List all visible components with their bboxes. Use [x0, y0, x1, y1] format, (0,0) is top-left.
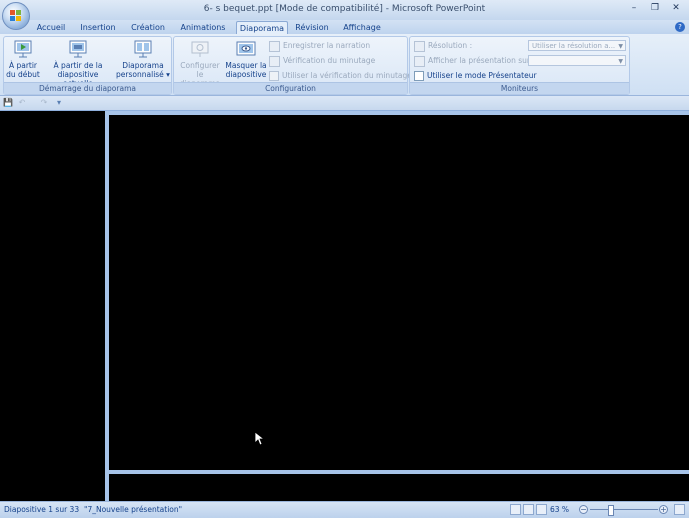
- setup-show-line1: Configurer: [180, 61, 220, 70]
- setup-slideshow-icon: [191, 41, 209, 57]
- tab-affichage[interactable]: Affichage: [338, 21, 386, 34]
- show-on-row: Afficher la présentation sur :: [414, 55, 535, 67]
- slideshow-view-button[interactable]: [536, 504, 547, 515]
- presenter-view-label: Utiliser le mode Présentateur: [427, 71, 537, 80]
- hide-slide-line1: Masquer la: [225, 61, 267, 70]
- group-label-start: Démarrage du diaporama: [4, 82, 171, 94]
- notes-pane[interactable]: [109, 474, 689, 501]
- normal-view-button[interactable]: [510, 504, 521, 515]
- use-timings-label: Utiliser la vérification du minutage: [282, 71, 412, 80]
- group-label-monitors: Moniteurs: [410, 82, 629, 94]
- group-start-slideshow: À partir du début À partir de la diaposi…: [3, 36, 172, 95]
- theme-name: "7_Nouvelle présentation": [84, 505, 183, 514]
- from-start-button[interactable]: À partir du début: [4, 39, 42, 79]
- custom-show-button[interactable]: Diaporama personnalisé ▾: [116, 39, 170, 79]
- close-button[interactable]: ✕: [669, 2, 683, 15]
- slide-editing-area[interactable]: [109, 115, 689, 470]
- tab-accueil[interactable]: Accueil: [32, 21, 70, 34]
- mouse-cursor-icon: [255, 432, 265, 446]
- tab-insertion[interactable]: Insertion: [76, 21, 120, 34]
- hide-slide-icon: [236, 41, 256, 56]
- resolution-label: Résolution :: [428, 41, 473, 50]
- office-logo-icon: [10, 10, 21, 21]
- dropdown-arrow-icon: ▼: [618, 58, 623, 65]
- record-narration-label: Enregistrer la narration: [283, 41, 371, 50]
- office-button[interactable]: [2, 2, 30, 30]
- slideshow-current-icon: [69, 40, 87, 58]
- rehearse-timings-button[interactable]: Vérification du minutage: [269, 55, 375, 67]
- custom-slideshow-icon: [134, 40, 152, 58]
- from-current-line1: À partir de la: [53, 61, 103, 70]
- custom-show-line2: personnalisé ▾: [116, 70, 170, 79]
- slide-counter: Diapositive 1 sur 33: [4, 505, 80, 514]
- tab-animations[interactable]: Animations: [176, 21, 230, 34]
- show-on-label: Afficher la présentation sur :: [428, 56, 535, 65]
- hide-slide-button[interactable]: Masquer la diapositive: [225, 39, 267, 79]
- undo-icon[interactable]: ↶: [17, 98, 27, 108]
- window-title: 6- s bequet.ppt [Mode de compatibilité] …: [203, 4, 486, 14]
- fit-to-window-button[interactable]: [674, 504, 685, 515]
- presenter-view-check-icon: [414, 71, 424, 81]
- show-on-dropdown[interactable]: ▼: [528, 55, 626, 66]
- from-start-line2: du début: [6, 70, 40, 79]
- zoom-out-icon[interactable]: −: [579, 505, 588, 514]
- slides-pane[interactable]: [0, 111, 105, 501]
- resolution-dropdown[interactable]: Utiliser la résolution a... ▼: [528, 40, 626, 51]
- ribbon: À partir du début À partir de la diaposi…: [0, 34, 689, 96]
- slideshow-play-icon: [14, 40, 32, 58]
- custom-show-line1: Diaporama: [122, 61, 164, 70]
- resolution-row: Résolution :: [414, 40, 472, 52]
- group-label-configuration: Configuration: [174, 82, 407, 94]
- use-timings-check-icon: [269, 71, 279, 81]
- monitor-icon: [414, 40, 425, 52]
- tab-diaporama[interactable]: Diaporama: [236, 21, 288, 35]
- record-narration-button[interactable]: Enregistrer la narration: [269, 40, 370, 52]
- stopwatch-icon: [269, 55, 280, 67]
- help-icon[interactable]: ?: [675, 22, 685, 32]
- maximize-button[interactable]: ❐: [648, 2, 662, 15]
- from-current-button[interactable]: À partir de la diapositive actuelle: [42, 39, 114, 88]
- microphone-icon: [269, 40, 280, 52]
- save-icon[interactable]: 💾: [3, 98, 13, 108]
- group-configuration: Configurer le diaporama Masquer la diapo…: [173, 36, 412, 95]
- rehearse-timings-label: Vérification du minutage: [283, 56, 376, 65]
- zoom-level[interactable]: 63 %: [550, 505, 569, 514]
- use-timings-checkbox[interactable]: Utiliser la vérification du minutage: [269, 70, 412, 82]
- setup-show-button[interactable]: Configurer le diaporama: [176, 39, 224, 88]
- tab-creation[interactable]: Création: [126, 21, 170, 34]
- minimize-button[interactable]: –: [627, 2, 641, 15]
- dropdown-arrow-icon: ▼: [618, 43, 623, 50]
- from-start-line1: À partir: [8, 61, 38, 70]
- quick-access-toolbar: 💾 ↶ ↷ ▾: [0, 96, 689, 111]
- zoom-in-icon[interactable]: +: [659, 505, 668, 514]
- group-monitors: Résolution : Utiliser la résolution a...…: [409, 36, 630, 95]
- hide-slide-line2: diapositive: [225, 70, 267, 79]
- slide-sorter-view-button[interactable]: [523, 504, 534, 515]
- status-bar: Diapositive 1 sur 33 "7_Nouvelle présent…: [0, 501, 689, 518]
- display-icon: [414, 55, 425, 67]
- resolution-value: Utiliser la résolution a...: [532, 42, 616, 50]
- customize-qat-icon[interactable]: ▾: [54, 98, 64, 108]
- ribbon-tabs: Accueil Insertion Création Animations Di…: [0, 20, 689, 35]
- tab-revision[interactable]: Révision: [292, 21, 332, 34]
- title-bar: 6- s bequet.ppt [Mode de compatibilité] …: [0, 0, 689, 20]
- redo-icon[interactable]: ↷: [39, 98, 49, 108]
- presenter-view-checkbox[interactable]: Utiliser le mode Présentateur: [414, 70, 537, 82]
- zoom-slider-thumb[interactable]: [608, 505, 615, 516]
- zoom-slider-track[interactable]: [590, 509, 658, 510]
